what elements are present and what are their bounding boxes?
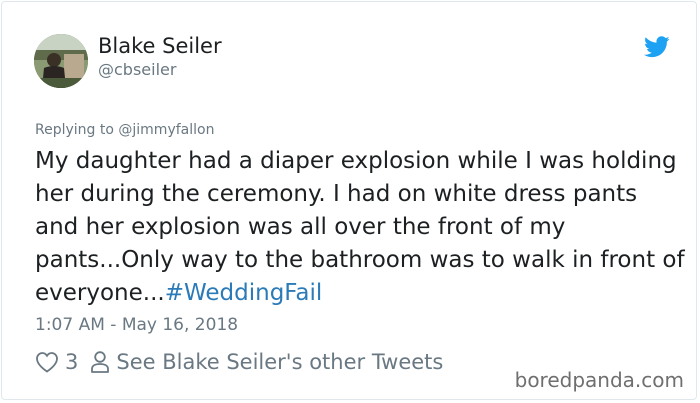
heart-icon[interactable] xyxy=(35,351,59,373)
hashtag-link[interactable]: #WeddingFail xyxy=(165,280,323,306)
reply-mention-link[interactable]: @jimmyfallon xyxy=(118,122,214,138)
replying-to: Replying to @jimmyfallon xyxy=(35,122,214,138)
tweet-body: My daughter had a diaper explosion while… xyxy=(35,148,685,306)
other-tweets-link[interactable]: See Blake Seiler's other Tweets xyxy=(116,350,443,374)
person-icon[interactable] xyxy=(90,350,110,374)
watermark-text: boredpanda.com xyxy=(514,368,684,392)
like-count[interactable]: 3 xyxy=(65,350,78,374)
tweet-actions: 3 See Blake Seiler's other Tweets xyxy=(35,349,443,375)
replying-to-label: Replying to xyxy=(35,122,119,138)
tweet-text: My daughter had a diaper explosion while… xyxy=(35,145,685,310)
author-name[interactable]: Blake Seiler xyxy=(98,34,222,58)
author-handle[interactable]: @cbseiler xyxy=(98,60,176,79)
tweet-card: Blake Seiler @cbseiler Replying to @jimm… xyxy=(1,1,697,400)
twitter-bird-icon[interactable] xyxy=(644,36,670,58)
tweet-timestamp[interactable]: 1:07 AM - May 16, 2018 xyxy=(35,315,238,335)
avatar[interactable] xyxy=(34,34,88,88)
